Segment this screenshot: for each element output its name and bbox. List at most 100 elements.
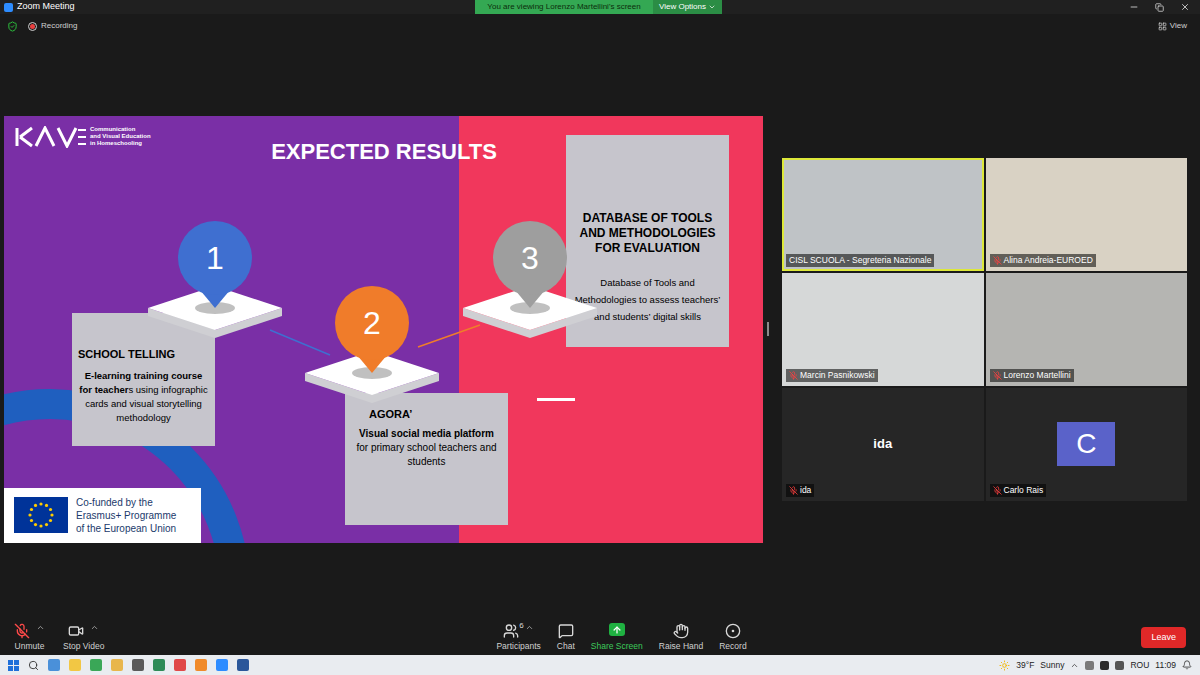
result-heading: AGORA’ [353,407,500,421]
weather-condition[interactable]: Sunny [1040,659,1064,672]
search-icon[interactable] [28,660,39,671]
title-bar: Zoom MeetingYou are viewing Lorenzo Mart… [0,0,1200,14]
muted-mic-icon [993,371,1002,380]
taskbar-app-icon[interactable] [132,659,144,671]
participant-tile[interactable]: CISL SCUOLA - Segreteria Nazionale [782,158,984,271]
view-button[interactable]: View [1158,20,1193,32]
result-description: Database of Tools and Methodologies to a… [574,274,721,325]
tray-icon[interactable] [1085,661,1094,670]
pin-platform-icon [297,283,447,413]
logo-text: and Visual Education [90,133,151,140]
toolbar-label: Share Screen [591,641,643,652]
result-marker: 3 [455,218,605,348]
taskbar-app-icon[interactable] [48,659,60,671]
muted-mic-icon [993,256,1002,265]
participant-name: Alina Andreia-EUROED [1004,255,1093,266]
toolbar-label: Raise Hand [659,641,703,652]
participant-name: Lorenzo Martellini [1004,370,1071,381]
project-logo: Communicationand Visual Educationin Home… [14,126,151,148]
taskbar: 39°F Sunny ROU 11:09 [0,655,1200,675]
leave-button[interactable]: Leave [1141,627,1186,649]
grid-icon [1158,22,1167,31]
view-options-button[interactable]: View Options [653,0,722,14]
toolbar-button[interactable]: Record [713,623,752,652]
participant-name: Marcin Pasnikowski [800,370,875,381]
participant-tile[interactable]: idaida [782,388,984,501]
menu-caret-icon[interactable] [90,623,99,632]
result-number: 3 [455,238,605,278]
toolbar-button[interactable]: Raise Hand [653,623,709,652]
tray-icon[interactable] [1100,661,1109,670]
taskbar-app-icon[interactable] [69,659,81,671]
result-marker: 2 [297,283,447,413]
participant-label: ida [786,484,814,497]
taskbar-app-icon[interactable] [174,659,186,671]
toolbar-button[interactable]: Unmute [8,623,51,652]
menu-caret-icon[interactable] [525,623,534,632]
close-icon[interactable] [1180,2,1190,12]
participant-tile[interactable]: C Carlo Rais [986,388,1188,501]
taskbar-app-icon[interactable] [195,659,207,671]
share-screen-icon [609,623,625,636]
taskbar-app-icon[interactable] [216,659,228,671]
input-language[interactable]: ROU [1130,659,1149,672]
split-handle[interactable] [767,322,769,336]
taskbar-app-icon[interactable] [153,659,165,671]
meeting-info-bar: Recording View [0,14,1200,38]
toolbar-label: Stop Video [63,641,104,652]
taskbar-app-icon[interactable] [237,659,249,671]
taskbar-app-icon[interactable] [111,659,123,671]
result-description: E-learning training course for teachers … [78,369,209,425]
logo-mark-icon [14,126,86,148]
participant-tile[interactable]: Lorenzo Martellini [986,273,1188,386]
participant-tile[interactable]: Alina Andreia-EUROED [986,158,1188,271]
menu-caret-icon[interactable] [36,623,45,632]
toolbar-button[interactable]: 6 Participants [490,623,546,652]
toolbar-icon [558,623,574,639]
eu-flag-icon [14,497,68,533]
result-heading: DATABASE OF TOOLS AND METHODOLOGIES FOR … [574,211,721,256]
participant-label: Carlo Rais [990,484,1047,497]
recording-dot-icon [28,22,37,31]
muted-mic-icon [789,371,798,380]
participant-label: Lorenzo Martellini [990,369,1074,382]
participant-count: 6 [519,620,523,632]
participant-label: CISL SCUOLA - Segreteria Nazionale [786,254,934,267]
logo-text: Communication [90,126,151,133]
muted-mic-icon [993,486,1002,495]
toolbar-icon [14,623,30,639]
windows-start-icon[interactable] [8,660,19,671]
minimize-icon[interactable] [1129,2,1139,12]
result-number: 1 [140,238,290,278]
participant-label: Marcin Pasnikowski [786,369,878,382]
restore-icon[interactable] [1155,3,1164,12]
toolbar-icon [673,623,689,639]
result-marker: 1 [140,218,290,348]
toolbar-icon [68,623,84,639]
participant-name: CISL SCUOLA - Segreteria Nazionale [789,255,931,266]
toolbar-button[interactable]: Stop Video [57,623,110,652]
tray-caret-icon[interactable] [1070,661,1079,670]
recording-indicator[interactable]: Recording [28,20,77,32]
participant-avatar: C [1057,422,1115,466]
meeting-stage: Communicationand Visual Educationin Home… [0,38,1200,620]
participant-center-name: ida [784,390,982,499]
participant-tile[interactable]: Marcin Pasnikowski [782,273,984,386]
shared-slide: Communicationand Visual Educationin Home… [4,116,763,543]
security-shield-icon[interactable] [7,21,18,32]
weather-sun-icon [999,660,1010,671]
clock[interactable]: 11:09 [1155,659,1176,672]
toolbar-button[interactable]: Chat [551,623,581,652]
result-description: Visual social media platform for primary… [353,427,500,469]
slide-dash [537,398,575,401]
taskbar-app-icon[interactable] [90,659,102,671]
tray-icon[interactable] [1115,661,1124,670]
notification-icon[interactable] [1182,660,1192,670]
toolbar-label: Participants [496,641,540,652]
result-card: AGORA’ Visual social media platform for p… [345,393,508,525]
weather-temp[interactable]: 39°F [1016,659,1034,672]
eu-funding-badge: Co-funded by theErasmus+ Programmeof the… [4,488,201,543]
toolbar-button[interactable]: Share Screen [585,623,649,652]
viewing-banner: You are viewing Lorenzo Martellini's scr… [475,0,722,14]
result-card: SCHOOL TELLINGE-learning training course… [72,313,215,446]
